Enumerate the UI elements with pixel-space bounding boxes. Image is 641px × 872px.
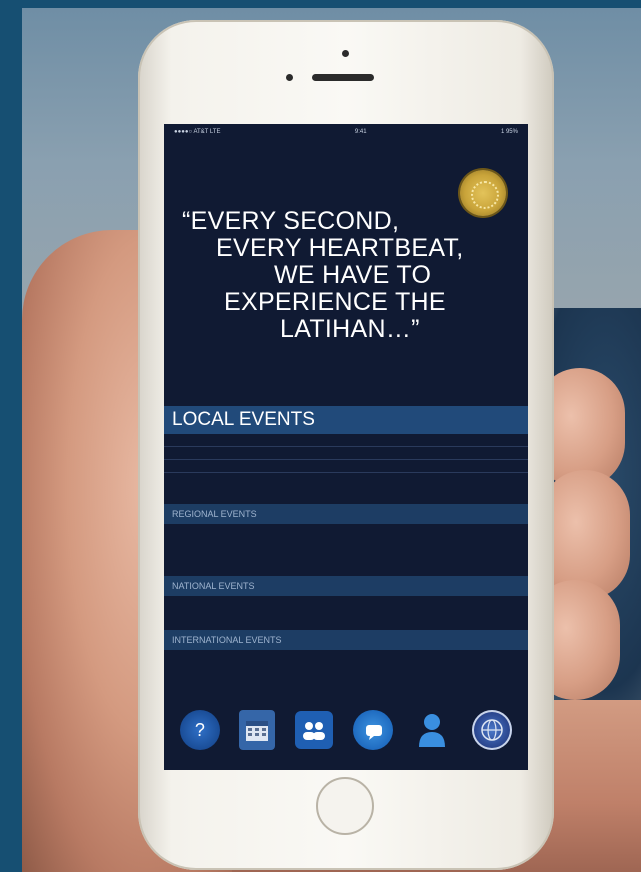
- proximity-sensor: [286, 74, 293, 81]
- regional-event-row[interactable]: [164, 528, 528, 541]
- international-events-section: INTERNATIONAL EVENTS: [164, 630, 528, 669]
- app-screen: ●●●●○ AT&T LTE 9:41 1 95% “EVERY SECOND,…: [164, 124, 528, 770]
- featured-quote: “EVERY SECOND, EVERY HEARTBEAT, WE HAVE …: [182, 208, 502, 343]
- help-icon[interactable]: ?: [179, 710, 220, 750]
- person-icon[interactable]: [412, 710, 452, 750]
- national-events-section: NATIONAL EVENTS: [164, 576, 528, 613]
- chat-icon[interactable]: [352, 710, 393, 750]
- local-events-section: LOCAL EVENTS: [164, 406, 528, 473]
- regional-event-row[interactable]: [164, 541, 528, 554]
- home-button[interactable]: [316, 777, 374, 835]
- quote-line-1: “EVERY SECOND,: [182, 207, 400, 235]
- local-events-header[interactable]: LOCAL EVENTS: [164, 406, 528, 434]
- local-event-row[interactable]: [164, 447, 528, 460]
- regional-events-header[interactable]: REGIONAL EVENTS: [164, 504, 528, 524]
- quote-line-4: EXPERIENCE THE: [224, 288, 446, 316]
- quote-line-2: EVERY HEARTBEAT,: [216, 234, 464, 262]
- national-events-header[interactable]: NATIONAL EVENTS: [164, 576, 528, 596]
- group-icon[interactable]: [295, 711, 334, 749]
- status-bar: ●●●●○ AT&T LTE 9:41 1 95%: [164, 124, 528, 140]
- phone-device: ●●●●○ AT&T LTE 9:41 1 95% “EVERY SECOND,…: [138, 20, 554, 870]
- app-dock: ?: [164, 706, 528, 754]
- international-events-header[interactable]: INTERNATIONAL EVENTS: [164, 630, 528, 650]
- battery-indicator: 1 95%: [500, 129, 518, 135]
- calendar-icon[interactable]: [239, 710, 276, 750]
- globe-icon[interactable]: [472, 710, 513, 750]
- local-event-row[interactable]: [164, 434, 528, 447]
- status-time: 9:41: [354, 129, 367, 135]
- quote-line-3: WE HAVE TO: [274, 261, 432, 289]
- front-camera: [342, 50, 349, 57]
- local-event-row[interactable]: [164, 460, 528, 473]
- carrier-signal: ●●●●○ AT&T LTE: [174, 129, 221, 135]
- national-event-row[interactable]: [164, 600, 528, 613]
- earpiece-speaker: [312, 74, 374, 81]
- regional-events-section: REGIONAL EVENTS: [164, 504, 528, 554]
- quote-line-5: LATIHAN…”: [280, 315, 420, 343]
- international-event-row[interactable]: [164, 656, 528, 669]
